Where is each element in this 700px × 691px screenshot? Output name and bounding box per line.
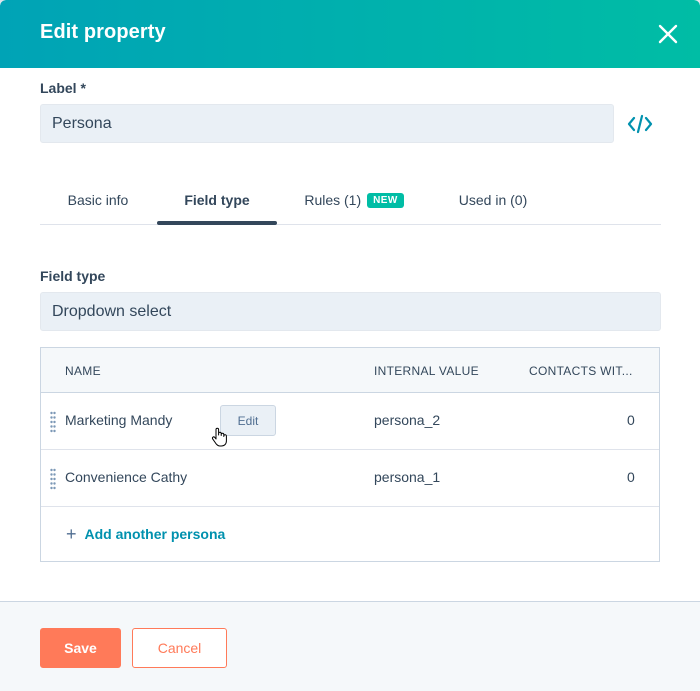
cancel-button[interactable]: Cancel <box>132 628 227 668</box>
save-button[interactable]: Save <box>40 628 121 668</box>
close-icon[interactable] <box>654 20 682 48</box>
hand-pointer-icon <box>211 427 229 447</box>
column-header-contacts[interactable]: CONTACTS WIT... <box>529 364 633 378</box>
modal-header: Edit property <box>0 0 700 68</box>
option-internal-value: persona_2 <box>374 412 441 428</box>
options-table: NAME INTERNAL VALUE CONTACTS WIT... Mark… <box>40 347 660 562</box>
new-badge: NEW <box>367 192 404 208</box>
column-header-name[interactable]: NAME <box>65 364 101 378</box>
edit-property-modal: Edit property Label * Persona Basic info… <box>0 0 700 691</box>
field-type-select[interactable]: Dropdown select <box>40 292 661 331</box>
modal-footer: Save Cancel <box>0 601 700 691</box>
modal-title: Edit property <box>40 21 166 43</box>
field-type-label: Field type <box>40 268 106 284</box>
drag-handle-icon[interactable] <box>50 468 56 490</box>
label-input-value: Persona <box>52 114 112 132</box>
add-persona-label: Add another persona <box>84 526 226 542</box>
tab-rules[interactable]: Rules (1) NEW <box>298 176 410 224</box>
tab-label: Field type <box>184 192 250 208</box>
option-contacts-count: 0 <box>627 469 635 485</box>
table-row[interactable]: Marketing Mandy Edit persona_2 0 <box>41 393 659 450</box>
tab-label: Used in (0) <box>458 192 528 208</box>
code-icon[interactable] <box>626 112 654 136</box>
tab-label: Basic info <box>67 192 129 208</box>
option-name: Marketing Mandy <box>65 412 173 428</box>
tabs: Basic info Field type Rules (1) NEW Used… <box>40 176 661 225</box>
option-internal-value: persona_1 <box>374 469 441 485</box>
tab-basic-info[interactable]: Basic info <box>56 176 140 224</box>
field-type-value: Dropdown select <box>52 302 172 320</box>
column-header-internal-value[interactable]: INTERNAL VALUE <box>374 364 479 378</box>
drag-handle-icon[interactable] <box>50 411 56 433</box>
tab-label: Rules (1) <box>304 192 362 208</box>
label-input[interactable]: Persona <box>40 104 614 143</box>
table-header: NAME INTERNAL VALUE CONTACTS WIT... <box>41 348 659 393</box>
plus-icon: + <box>66 524 77 544</box>
table-row[interactable]: Convenience Cathy persona_1 0 <box>41 450 659 507</box>
option-contacts-count: 0 <box>627 412 635 428</box>
option-name: Convenience Cathy <box>65 469 188 485</box>
add-another-persona-button[interactable]: + Add another persona <box>66 524 226 544</box>
tab-field-type[interactable]: Field type <box>157 176 277 224</box>
label-field-label: Label * <box>40 80 86 96</box>
active-tab-indicator <box>157 221 277 225</box>
tab-used-in[interactable]: Used in (0) <box>448 176 538 224</box>
